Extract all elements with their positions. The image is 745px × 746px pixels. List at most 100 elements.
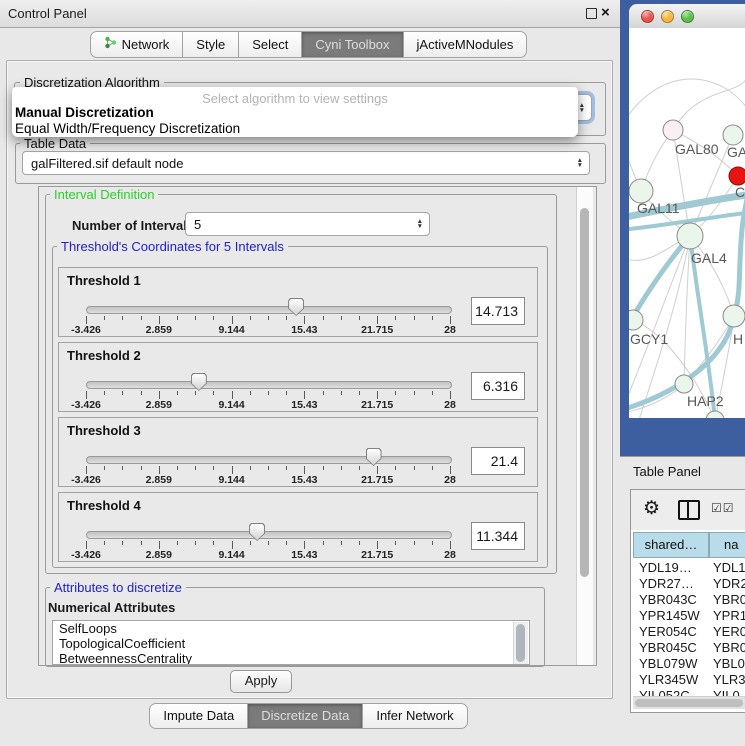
tick-mark bbox=[232, 391, 233, 399]
tab-select[interactable]: Select bbox=[238, 31, 302, 58]
table-hscrollbar-thumb[interactable] bbox=[635, 699, 743, 707]
network-node-label: H bbox=[733, 331, 743, 347]
tab-jactivemnodules[interactable]: jActiveMNodules bbox=[403, 31, 528, 58]
tick-mark bbox=[432, 316, 433, 320]
tick-mark bbox=[104, 466, 105, 470]
tick-mark bbox=[195, 541, 196, 545]
network-icon bbox=[104, 36, 117, 52]
tick-mark bbox=[377, 466, 378, 474]
table-row[interactable]: YDL19…YDL1 bbox=[633, 560, 745, 576]
tick-mark bbox=[141, 391, 142, 395]
scrollbar-thumb[interactable] bbox=[580, 208, 589, 577]
split-columns-icon[interactable] bbox=[678, 500, 700, 520]
threshold-value-field[interactable]: 14.713 bbox=[471, 297, 525, 325]
network-node[interactable] bbox=[629, 310, 643, 330]
zoom-traffic-light[interactable] bbox=[681, 10, 694, 23]
table-toolbar: ⚙ ☑☑ bbox=[631, 490, 745, 530]
cell-shared-name: YDR27… bbox=[633, 576, 709, 592]
tick-mark bbox=[159, 541, 160, 549]
gear-icon[interactable]: ⚙ bbox=[643, 497, 660, 520]
threshold-label: Threshold 1 bbox=[67, 273, 141, 288]
table-row[interactable]: YBR045CYBR0 bbox=[633, 640, 745, 656]
list-scrollbar-track[interactable] bbox=[513, 622, 528, 664]
tick-label: -3.426 bbox=[71, 549, 101, 561]
apply-button[interactable]: Apply bbox=[230, 670, 292, 693]
attribute-list-item[interactable]: BetweennessCentrality bbox=[53, 651, 529, 665]
network-node-label: GAL80 bbox=[675, 141, 719, 157]
threshold-value-field[interactable]: 11.344 bbox=[471, 522, 525, 550]
table-data-combobox[interactable]: galFiltered.sif default node ▲▼ bbox=[22, 151, 590, 175]
network-node[interactable] bbox=[677, 223, 703, 249]
cyni-bottom-tabs: Impute DataDiscretize Data Infer Network bbox=[0, 703, 618, 729]
algorithm-option[interactable]: Manual Discretization bbox=[15, 105, 154, 120]
network-node[interactable] bbox=[723, 125, 743, 145]
tab-network[interactable]: Network bbox=[90, 31, 184, 58]
tick-mark bbox=[304, 391, 305, 399]
network-node[interactable] bbox=[663, 120, 683, 140]
tab-style[interactable]: Style bbox=[182, 31, 239, 58]
tick-mark bbox=[414, 541, 415, 545]
float-window-icon[interactable] bbox=[586, 8, 597, 19]
tab-cyni-toolbox[interactable]: Cyni Toolbox bbox=[301, 31, 403, 58]
close-icon[interactable]: × bbox=[601, 4, 610, 21]
numerical-attributes-list[interactable]: SelfLoopsTopologicalCoefficientBetweenne… bbox=[52, 620, 530, 665]
network-window-titlebar[interactable] bbox=[629, 4, 745, 29]
tick-label: 21.715 bbox=[361, 324, 393, 336]
threshold-value-field[interactable]: 21.4 bbox=[471, 447, 525, 475]
threshold-value-field[interactable]: 6.316 bbox=[471, 372, 525, 400]
table-row[interactable]: YPR145WYPR1 bbox=[633, 608, 745, 624]
number-of-intervals-value: 5 bbox=[194, 217, 201, 232]
checkbox-icons[interactable]: ☑☑ bbox=[711, 501, 735, 515]
tab-label: jActiveMNodules bbox=[417, 37, 514, 52]
list-scrollbar-thumb[interactable] bbox=[516, 624, 525, 662]
attribute-list-item[interactable]: SelfLoops bbox=[53, 621, 529, 636]
network-node[interactable] bbox=[729, 167, 745, 185]
table-row[interactable]: YBR043CYBR0 bbox=[633, 592, 745, 608]
tick-label: 2.859 bbox=[146, 474, 172, 486]
tick-mark bbox=[341, 541, 342, 545]
bottom-tab-infer-network[interactable]: Infer Network bbox=[362, 703, 467, 729]
number-of-intervals-combobox[interactable]: 5 ▲▼ bbox=[185, 212, 430, 236]
table-row[interactable]: YBL079WYBL0 bbox=[633, 656, 745, 672]
slider-track[interactable] bbox=[86, 531, 452, 539]
slider-track[interactable] bbox=[86, 381, 452, 389]
thresholds-group-label: Threshold's Coordinates for 5 Intervals bbox=[57, 239, 288, 254]
network-view-canvas[interactable]: GAL80GACGAL11GAL4GCY1HHAP2 bbox=[629, 28, 745, 418]
threshold-panel-3: Threshold 3-3.4262.8599.14415.4321.71528… bbox=[58, 417, 538, 487]
table-row[interactable]: YDR27…YDR2 bbox=[633, 576, 745, 592]
close-traffic-light[interactable] bbox=[641, 10, 654, 23]
attribute-list-item[interactable]: TopologicalCoefficient bbox=[53, 636, 529, 651]
network-node[interactable] bbox=[706, 411, 724, 418]
slider-track[interactable] bbox=[86, 306, 452, 314]
table-header-shared-name[interactable]: shared… bbox=[633, 532, 709, 558]
table-hscrollbar-track[interactable] bbox=[633, 696, 745, 709]
algorithm-option[interactable]: Equal Width/Frequency Discretization bbox=[15, 121, 240, 136]
tick-mark bbox=[304, 466, 305, 474]
tick-mark bbox=[104, 391, 105, 395]
bottom-tab-label: Infer Network bbox=[376, 708, 453, 723]
combo-arrows-icon: ▲▼ bbox=[577, 158, 583, 168]
table-row[interactable]: YLR345WYLR3 bbox=[633, 672, 745, 688]
tick-label: 15.43 bbox=[291, 474, 317, 486]
network-node[interactable] bbox=[675, 375, 693, 393]
tick-mark bbox=[122, 391, 123, 395]
bottom-tab-impute-data[interactable]: Impute Data bbox=[149, 703, 248, 729]
algorithm-placeholder: Select algorithm to view settings bbox=[12, 91, 578, 106]
tick-label: 28 bbox=[444, 474, 456, 486]
network-node[interactable] bbox=[723, 305, 745, 327]
minimize-traffic-light[interactable] bbox=[661, 10, 674, 23]
tick-mark bbox=[323, 316, 324, 320]
tick-label: 9.144 bbox=[218, 324, 244, 336]
tick-label: 21.715 bbox=[361, 474, 393, 486]
tick-label: 2.859 bbox=[146, 549, 172, 561]
table-row[interactable]: YER054CYER0 bbox=[633, 624, 745, 640]
tick-label: 28 bbox=[444, 549, 456, 561]
bottom-tab-discretize-data[interactable]: Discretize Data bbox=[247, 703, 363, 729]
slider-track[interactable] bbox=[86, 456, 452, 464]
tick-mark bbox=[359, 391, 360, 395]
tick-label: 28 bbox=[444, 324, 456, 336]
tick-mark bbox=[195, 316, 196, 320]
cell-shared-name: YDL19… bbox=[633, 560, 709, 576]
table-header-name[interactable]: na bbox=[709, 532, 745, 558]
tick-mark bbox=[359, 541, 360, 545]
